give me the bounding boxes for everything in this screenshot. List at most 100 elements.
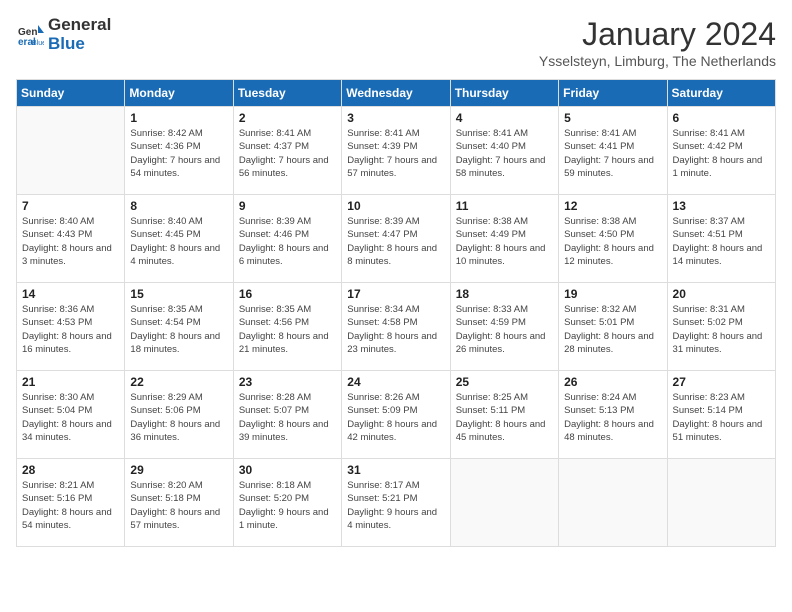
calendar-cell: 16Sunrise: 8:35 AMSunset: 4:56 PMDayligh… [233, 283, 341, 371]
day-number: 10 [347, 199, 444, 213]
title-block: January 2024 Ysselsteyn, Limburg, The Ne… [539, 16, 776, 69]
day-number: 12 [564, 199, 661, 213]
calendar-cell [559, 459, 667, 547]
cell-info: Sunrise: 8:35 AMSunset: 4:56 PMDaylight:… [239, 303, 336, 356]
cell-info: Sunrise: 8:28 AMSunset: 5:07 PMDaylight:… [239, 391, 336, 444]
day-number: 9 [239, 199, 336, 213]
day-number: 13 [673, 199, 770, 213]
cell-info: Sunrise: 8:37 AMSunset: 4:51 PMDaylight:… [673, 215, 770, 268]
logo-icon: Gen eral Blue [16, 21, 44, 49]
calendar-cell [17, 107, 125, 195]
day-number: 22 [130, 375, 227, 389]
cell-info: Sunrise: 8:34 AMSunset: 4:58 PMDaylight:… [347, 303, 444, 356]
weekday-header-row: SundayMondayTuesdayWednesdayThursdayFrid… [17, 80, 776, 107]
svg-text:Blue: Blue [32, 40, 44, 47]
page-header: Gen eral Blue General Blue January 2024 … [16, 16, 776, 69]
calendar-cell: 21 Sunrise: 8:30 AMSunset: 5:04 PMDayligh… [17, 371, 125, 459]
day-number: 19 [564, 287, 661, 301]
day-number: 29 [130, 463, 227, 477]
day-number: 8 [130, 199, 227, 213]
calendar-cell: 23 Sunrise: 8:28 AMSunset: 5:07 PMDayligh… [233, 371, 341, 459]
day-number: 7 [22, 199, 119, 213]
calendar-cell: 10 Sunrise: 8:39 AMSunset: 4:47 PMDayligh… [342, 195, 450, 283]
day-number: 21 [22, 375, 119, 389]
cell-info: Sunrise: 8:20 AMSunset: 5:18 PMDaylight:… [130, 479, 227, 532]
cell-info: Sunrise: 8:31 AMSunset: 5:02 PMDaylight:… [673, 303, 770, 356]
calendar-cell: 4 Sunrise: 8:41 AMSunset: 4:40 PMDaylight… [450, 107, 558, 195]
weekday-header-sunday: Sunday [17, 80, 125, 107]
cell-info: Sunrise: 8:17 AMSunset: 5:21 PMDaylight:… [347, 479, 444, 532]
day-number: 4 [456, 111, 553, 125]
logo-line1: General [48, 16, 111, 35]
day-number: 30 [239, 463, 336, 477]
day-number: 31 [347, 463, 444, 477]
cell-info: Sunrise: 8:41 AMSunset: 4:39 PMDaylight:… [347, 127, 444, 180]
day-number: 23 [239, 375, 336, 389]
week-row-4: 28 Sunrise: 8:21 AMSunset: 5:16 PMDayligh… [17, 459, 776, 547]
cell-info: Sunrise: 8:33 AMSunset: 4:59 PMDaylight:… [456, 303, 553, 356]
cell-info: Sunrise: 8:21 AMSunset: 5:16 PMDaylight:… [22, 479, 119, 532]
cell-info: Sunrise: 8:39 AMSunset: 4:47 PMDaylight:… [347, 215, 444, 268]
calendar-cell: 29 Sunrise: 8:20 AMSunset: 5:18 PMDayligh… [125, 459, 233, 547]
day-number: 27 [673, 375, 770, 389]
calendar-cell: 31 Sunrise: 8:17 AMSunset: 5:21 PMDayligh… [342, 459, 450, 547]
calendar-cell: 14Sunrise: 8:36 AMSunset: 4:53 PMDayligh… [17, 283, 125, 371]
cell-info: Sunrise: 8:32 AMSunset: 5:01 PMDaylight:… [564, 303, 661, 356]
calendar-cell: 15Sunrise: 8:35 AMSunset: 4:54 PMDayligh… [125, 283, 233, 371]
cell-info: Sunrise: 8:41 AMSunset: 4:37 PMDaylight:… [239, 127, 336, 180]
cell-info: Sunrise: 8:40 AMSunset: 4:45 PMDaylight:… [130, 215, 227, 268]
calendar-cell: 11 Sunrise: 8:38 AMSunset: 4:49 PMDayligh… [450, 195, 558, 283]
calendar-cell: 24Sunrise: 8:26 AMSunset: 5:09 PMDayligh… [342, 371, 450, 459]
day-number: 20 [673, 287, 770, 301]
calendar-table: SundayMondayTuesdayWednesdayThursdayFrid… [16, 79, 776, 547]
calendar-cell: 22 Sunrise: 8:29 AMSunset: 5:06 PMDayligh… [125, 371, 233, 459]
cell-info: Sunrise: 8:42 AMSunset: 4:36 PMDaylight:… [130, 127, 227, 180]
calendar-cell: 3 Sunrise: 8:41 AMSunset: 4:39 PMDaylight… [342, 107, 450, 195]
day-number: 15 [130, 287, 227, 301]
day-number: 18 [456, 287, 553, 301]
day-number: 17 [347, 287, 444, 301]
cell-info: Sunrise: 8:23 AMSunset: 5:14 PMDaylight:… [673, 391, 770, 444]
weekday-header-friday: Friday [559, 80, 667, 107]
weekday-header-monday: Monday [125, 80, 233, 107]
day-number: 6 [673, 111, 770, 125]
calendar-cell: 6 Sunrise: 8:41 AMSunset: 4:42 PMDaylight… [667, 107, 775, 195]
week-row-1: 7 Sunrise: 8:40 AMSunset: 4:43 PMDaylight… [17, 195, 776, 283]
calendar-cell: 26 Sunrise: 8:24 AMSunset: 5:13 PMDayligh… [559, 371, 667, 459]
weekday-header-thursday: Thursday [450, 80, 558, 107]
calendar-cell: 1 Sunrise: 8:42 AMSunset: 4:36 PMDaylight… [125, 107, 233, 195]
calendar-cell: 17 Sunrise: 8:34 AMSunset: 4:58 PMDayligh… [342, 283, 450, 371]
calendar-cell: 12 Sunrise: 8:38 AMSunset: 4:50 PMDayligh… [559, 195, 667, 283]
day-number: 2 [239, 111, 336, 125]
weekday-header-saturday: Saturday [667, 80, 775, 107]
day-number: 24 [347, 375, 444, 389]
calendar-cell: 18 Sunrise: 8:33 AMSunset: 4:59 PMDayligh… [450, 283, 558, 371]
calendar-cell [667, 459, 775, 547]
cell-info: Sunrise: 8:38 AMSunset: 4:50 PMDaylight:… [564, 215, 661, 268]
cell-info: Sunrise: 8:36 AMSunset: 4:53 PMDaylight:… [22, 303, 119, 356]
calendar-cell: 20 Sunrise: 8:31 AMSunset: 5:02 PMDayligh… [667, 283, 775, 371]
calendar-cell: 5Sunrise: 8:41 AMSunset: 4:41 PMDaylight… [559, 107, 667, 195]
logo-line2: Blue [48, 35, 111, 54]
cell-info: Sunrise: 8:30 AMSunset: 5:04 PMDaylight:… [22, 391, 119, 444]
cell-info: Sunrise: 8:25 AMSunset: 5:11 PMDaylight:… [456, 391, 553, 444]
cell-info: Sunrise: 8:18 AMSunset: 5:20 PMDaylight:… [239, 479, 336, 532]
calendar-cell: 27 Sunrise: 8:23 AMSunset: 5:14 PMDayligh… [667, 371, 775, 459]
calendar-cell: 8 Sunrise: 8:40 AMSunset: 4:45 PMDaylight… [125, 195, 233, 283]
week-row-2: 14Sunrise: 8:36 AMSunset: 4:53 PMDayligh… [17, 283, 776, 371]
cell-info: Sunrise: 8:41 AMSunset: 4:40 PMDaylight:… [456, 127, 553, 180]
cell-info: Sunrise: 8:24 AMSunset: 5:13 PMDaylight:… [564, 391, 661, 444]
cell-info: Sunrise: 8:41 AMSunset: 4:42 PMDaylight:… [673, 127, 770, 180]
location: Ysselsteyn, Limburg, The Netherlands [539, 53, 776, 69]
calendar-cell: 7 Sunrise: 8:40 AMSunset: 4:43 PMDaylight… [17, 195, 125, 283]
calendar-cell: 19 Sunrise: 8:32 AMSunset: 5:01 PMDayligh… [559, 283, 667, 371]
cell-info: Sunrise: 8:38 AMSunset: 4:49 PMDaylight:… [456, 215, 553, 268]
day-number: 28 [22, 463, 119, 477]
day-number: 3 [347, 111, 444, 125]
day-number: 11 [456, 199, 553, 213]
week-row-3: 21 Sunrise: 8:30 AMSunset: 5:04 PMDayligh… [17, 371, 776, 459]
cell-info: Sunrise: 8:40 AMSunset: 4:43 PMDaylight:… [22, 215, 119, 268]
cell-info: Sunrise: 8:29 AMSunset: 5:06 PMDaylight:… [130, 391, 227, 444]
day-number: 1 [130, 111, 227, 125]
day-number: 26 [564, 375, 661, 389]
